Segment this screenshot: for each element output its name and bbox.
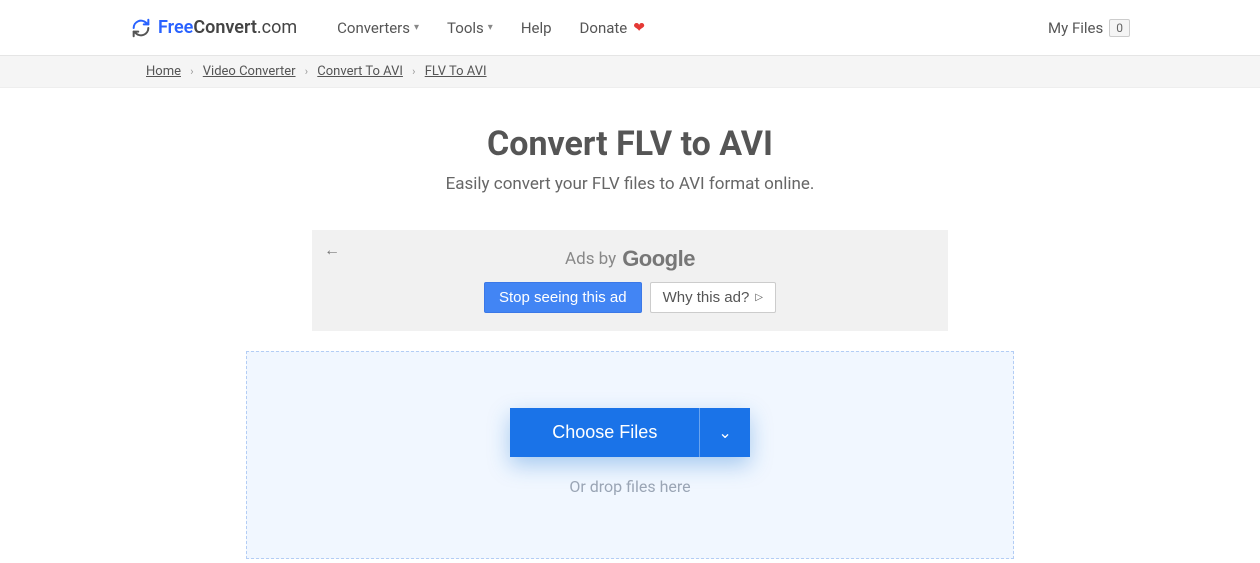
nav-tools-label: Tools [447, 19, 484, 37]
ad-container: ← Ads by Google Stop seeing this ad Why … [312, 230, 948, 331]
breadcrumb-bar: Home › Video Converter › Convert To AVI … [0, 56, 1260, 88]
nav-my-files[interactable]: My Files 0 [1048, 19, 1130, 37]
chevron-down-icon: ▾ [414, 22, 419, 33]
arrow-left-icon[interactable]: ← [324, 240, 340, 260]
google-logo-text: Google [622, 246, 695, 272]
brand-dotcom: .com [257, 17, 297, 38]
page-subtitle: Easily convert your FLV files to AVI for… [130, 174, 1130, 194]
chevron-down-icon: ▾ [488, 22, 493, 33]
choose-files-dropdown[interactable]: ⌄ [699, 408, 749, 457]
why-this-ad-label: Why this ad? [663, 289, 750, 306]
main-content: Convert FLV to AVI Easily convert your F… [130, 88, 1130, 559]
chevron-right-icon: › [305, 65, 308, 78]
nav-converters[interactable]: Converters ▾ [337, 19, 419, 37]
breadcrumb-video-converter[interactable]: Video Converter [203, 64, 296, 79]
nav-donate-label: Donate [580, 19, 628, 37]
why-this-ad-button[interactable]: Why this ad? ▷ [650, 282, 776, 313]
ads-by-label: Ads by Google [324, 246, 936, 272]
refresh-icon [130, 17, 152, 39]
choose-files-group: Choose Files ⌄ [510, 408, 749, 457]
dropzone-hint: Or drop files here [267, 477, 993, 496]
nav-converters-label: Converters [337, 19, 410, 37]
chevron-down-icon: ⌄ [718, 425, 731, 442]
my-files-count: 0 [1109, 19, 1130, 37]
breadcrumb: Home › Video Converter › Convert To AVI … [130, 56, 1130, 87]
nav-donate[interactable]: Donate ❤ [580, 19, 645, 37]
chevron-right-icon: › [190, 65, 193, 78]
breadcrumb-convert-to-avi[interactable]: Convert To AVI [317, 64, 403, 79]
top-navbar: FreeConvert.com Converters ▾ Tools ▾ Hel… [0, 0, 1260, 56]
breadcrumb-home[interactable]: Home [146, 64, 181, 79]
choose-files-button[interactable]: Choose Files [510, 408, 699, 457]
nav-help[interactable]: Help [521, 19, 552, 37]
breadcrumb-flv-to-avi[interactable]: FLV To AVI [425, 64, 487, 79]
file-dropzone[interactable]: Choose Files ⌄ Or drop files here [246, 351, 1014, 559]
brand-convert: Convert [193, 17, 257, 38]
my-files-label: My Files [1048, 19, 1103, 37]
ads-by-text: Ads by [565, 249, 616, 269]
nav-help-label: Help [521, 19, 552, 37]
brand-logo[interactable]: FreeConvert.com [130, 17, 297, 39]
chevron-right-icon: › [412, 65, 415, 78]
nav-tools[interactable]: Tools ▾ [447, 19, 493, 37]
page-title: Convert FLV to AVI [130, 124, 1130, 164]
brand-free: Free [158, 17, 193, 38]
adchoices-icon: ▷ [755, 292, 763, 303]
heart-icon: ❤ [633, 20, 645, 36]
stop-seeing-ad-button[interactable]: Stop seeing this ad [484, 282, 642, 313]
